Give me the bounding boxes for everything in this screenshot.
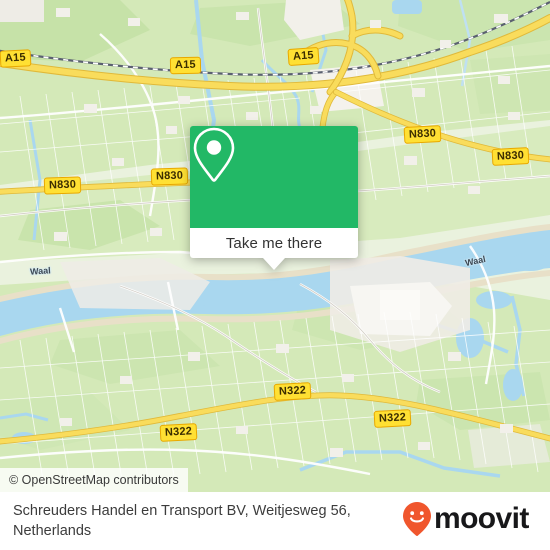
moovit-pin-icon [402,501,432,542]
moovit-logo[interactable]: moovit [402,501,550,542]
place-name-label: Schreuders Handel en Transport BV, Weitj… [13,503,351,539]
callout-action-bar[interactable]: Take me there [190,228,358,258]
location-callout-card[interactable]: Take me there [190,126,358,270]
map-canvas[interactable]: A15 A15 A15 N830 N830 N830 N830 N322 N322 N322 Wa… [0,0,550,492]
road-shield-a15: A15 [169,56,201,75]
road-shield-n830: N830 [43,176,82,195]
callout-pointer-tail [263,258,285,270]
osm-attribution[interactable]: © OpenStreetMap contributors [0,468,188,492]
road-shield-n830: N830 [150,167,189,186]
footer-bar: Schreuders Handel en Transport BV, Weitj… [0,492,550,550]
moovit-wordmark: moovit [434,502,536,540]
road-shield-n830: N830 [403,125,442,144]
moovit-wordmark-text: moovit [434,503,529,535]
water-label: Waal [29,265,51,277]
road-shield-a15: A15 [0,49,32,68]
road-shield-n322: N322 [273,382,312,401]
road-shield-n830: N830 [491,147,530,166]
road-shield-n322: N322 [159,423,198,442]
road-shield-a15: A15 [287,46,320,67]
road-shield-n322: N322 [373,409,412,428]
callout-image-area [190,126,358,228]
moovit-map-screenshot: A15 A15 A15 N830 N830 N830 N830 N322 N322 N322 Wa… [0,0,550,550]
take-me-there-label: Take me there [225,234,323,252]
